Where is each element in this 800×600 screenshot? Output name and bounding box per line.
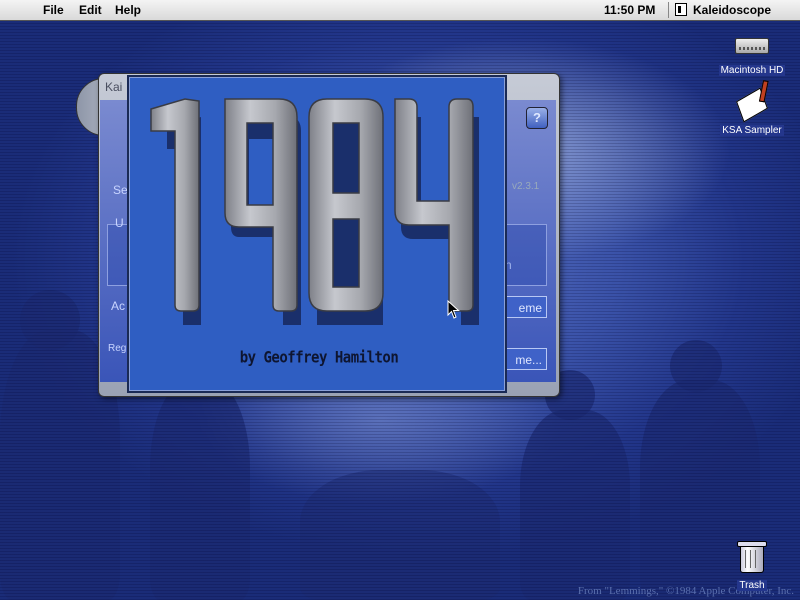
application-menu[interactable]: Kaleidoscope: [693, 3, 771, 17]
menu-file[interactable]: File: [43, 3, 64, 17]
digit-1: [150, 98, 200, 312]
macintosh-hd-icon[interactable]: Macintosh HD: [716, 38, 788, 78]
trash-icon[interactable]: Trash: [728, 541, 776, 593]
trash-can-icon: [737, 541, 767, 573]
control-panel-label: Ac: [111, 299, 126, 313]
control-panel-label: Reg: [108, 343, 127, 354]
menubar-clock[interactable]: 11:50 PM: [604, 3, 655, 17]
menu-edit[interactable]: Edit: [79, 3, 102, 17]
help-button[interactable]: ?: [526, 107, 548, 129]
splash-screen: by Geoffrey Hamilton: [127, 75, 507, 393]
menu-help[interactable]: Help: [115, 3, 141, 17]
title-digits: [150, 98, 474, 312]
digit-4: [394, 98, 474, 312]
ksa-sampler-label: KSA Sampler: [720, 125, 784, 136]
control-panel-label: U: [115, 216, 124, 230]
author-byline: by Geoffrey Hamilton: [239, 348, 399, 368]
control-panel-tab[interactable]: Se: [113, 183, 128, 197]
arrow-cursor-icon: [447, 300, 460, 319]
control-panel-title: Kai: [105, 80, 123, 94]
macintosh-hd-label: Macintosh HD: [718, 65, 786, 76]
menu-bar: File Edit Help 11:50 PM Kaleidoscope: [0, 0, 800, 21]
ksa-sampler-icon[interactable]: KSA Sampler: [716, 87, 788, 138]
application-icon[interactable]: [675, 3, 687, 16]
menubar-divider: [668, 2, 669, 18]
trash-label: Trash: [737, 580, 767, 591]
splash-art: [150, 98, 479, 325]
version-label: v2.3.1: [512, 181, 540, 192]
hard-disk-icon: [735, 38, 769, 54]
